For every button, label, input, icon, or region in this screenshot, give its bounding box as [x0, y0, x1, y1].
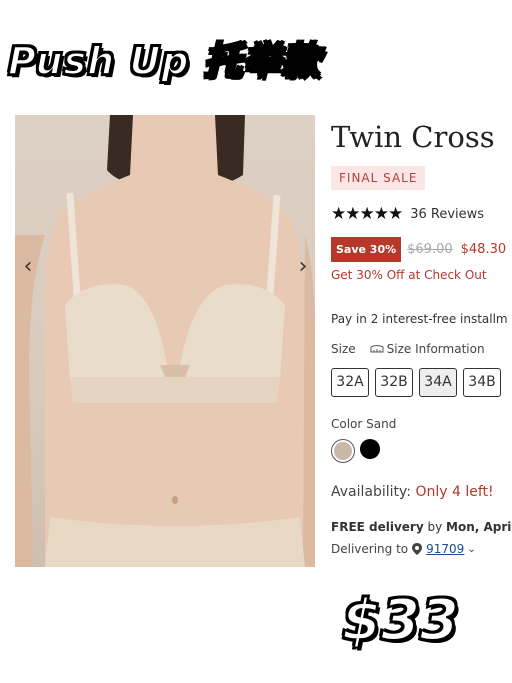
availability-label: Availability:: [331, 484, 412, 500]
size-option-34b[interactable]: 34B: [463, 368, 501, 397]
original-price: $69.00: [407, 242, 453, 257]
product-details: Twin Cross FINAL SALE ★★★★★ 36 Reviews S…: [331, 115, 512, 556]
product-image: [15, 115, 315, 567]
size-option-34a[interactable]: 34A: [419, 368, 457, 397]
location-pin-icon: [412, 543, 423, 555]
deliver-to-row: Delivering to 91709 ⌄: [331, 542, 512, 556]
delivery-row: FREE delivery by Mon, April 2: [331, 520, 512, 534]
delivery-date: Mon, April 2: [446, 520, 512, 534]
ruler-icon: [370, 345, 384, 353]
size-label: Size: [331, 342, 356, 356]
size-option-32a[interactable]: 32A: [331, 368, 369, 397]
sale-price: $48.30: [460, 242, 507, 257]
delivery-by-label: by: [427, 520, 443, 534]
zip-code-link[interactable]: 91709: [426, 542, 464, 556]
gallery-prev-button[interactable]: ‹: [18, 255, 38, 279]
free-delivery-label: FREE delivery: [331, 520, 424, 534]
size-row: Size Size Information: [331, 342, 512, 356]
size-information-link[interactable]: Size Information: [370, 342, 485, 356]
installments-text: Pay in 2 interest-free installm: [331, 312, 508, 326]
reviews-link[interactable]: 36 Reviews: [410, 207, 484, 222]
save-badge: Save 30%: [331, 237, 402, 262]
chevron-left-icon: ‹: [23, 254, 33, 279]
promo-text: Get 30% Off at Check Out: [331, 268, 487, 282]
color-swatch-sand[interactable]: [332, 440, 354, 462]
gallery-next-button[interactable]: ›: [293, 255, 313, 279]
rating-row[interactable]: ★★★★★ 36 Reviews: [331, 204, 512, 224]
color-swatches: [331, 439, 512, 462]
size-option-32b[interactable]: 32B: [375, 368, 413, 397]
color-label: Color Sand: [331, 417, 397, 431]
product-photo-illustration: [15, 115, 315, 567]
star-rating-icon: ★★★★★: [331, 204, 403, 224]
overlay-title: Push Up 托举款: [7, 38, 321, 84]
price-overlay: $33: [341, 587, 460, 654]
chevron-right-icon: ›: [298, 254, 308, 279]
final-sale-badge: FINAL SALE: [331, 166, 426, 190]
price-row: Save 30% $69.00 $48.30: [331, 237, 512, 262]
size-information-label: Size Information: [386, 342, 485, 356]
availability-row: Availability: Only 4 left!: [331, 484, 512, 500]
stock-status: Only 4 left!: [415, 484, 494, 500]
delivering-to-label: Delivering to: [331, 542, 409, 556]
product-title: Twin Cross: [331, 120, 495, 154]
size-options: 32A 32B 34A 34B: [331, 368, 512, 397]
chevron-down-icon[interactable]: ⌄: [467, 544, 475, 555]
color-swatch-black[interactable]: [360, 439, 380, 459]
